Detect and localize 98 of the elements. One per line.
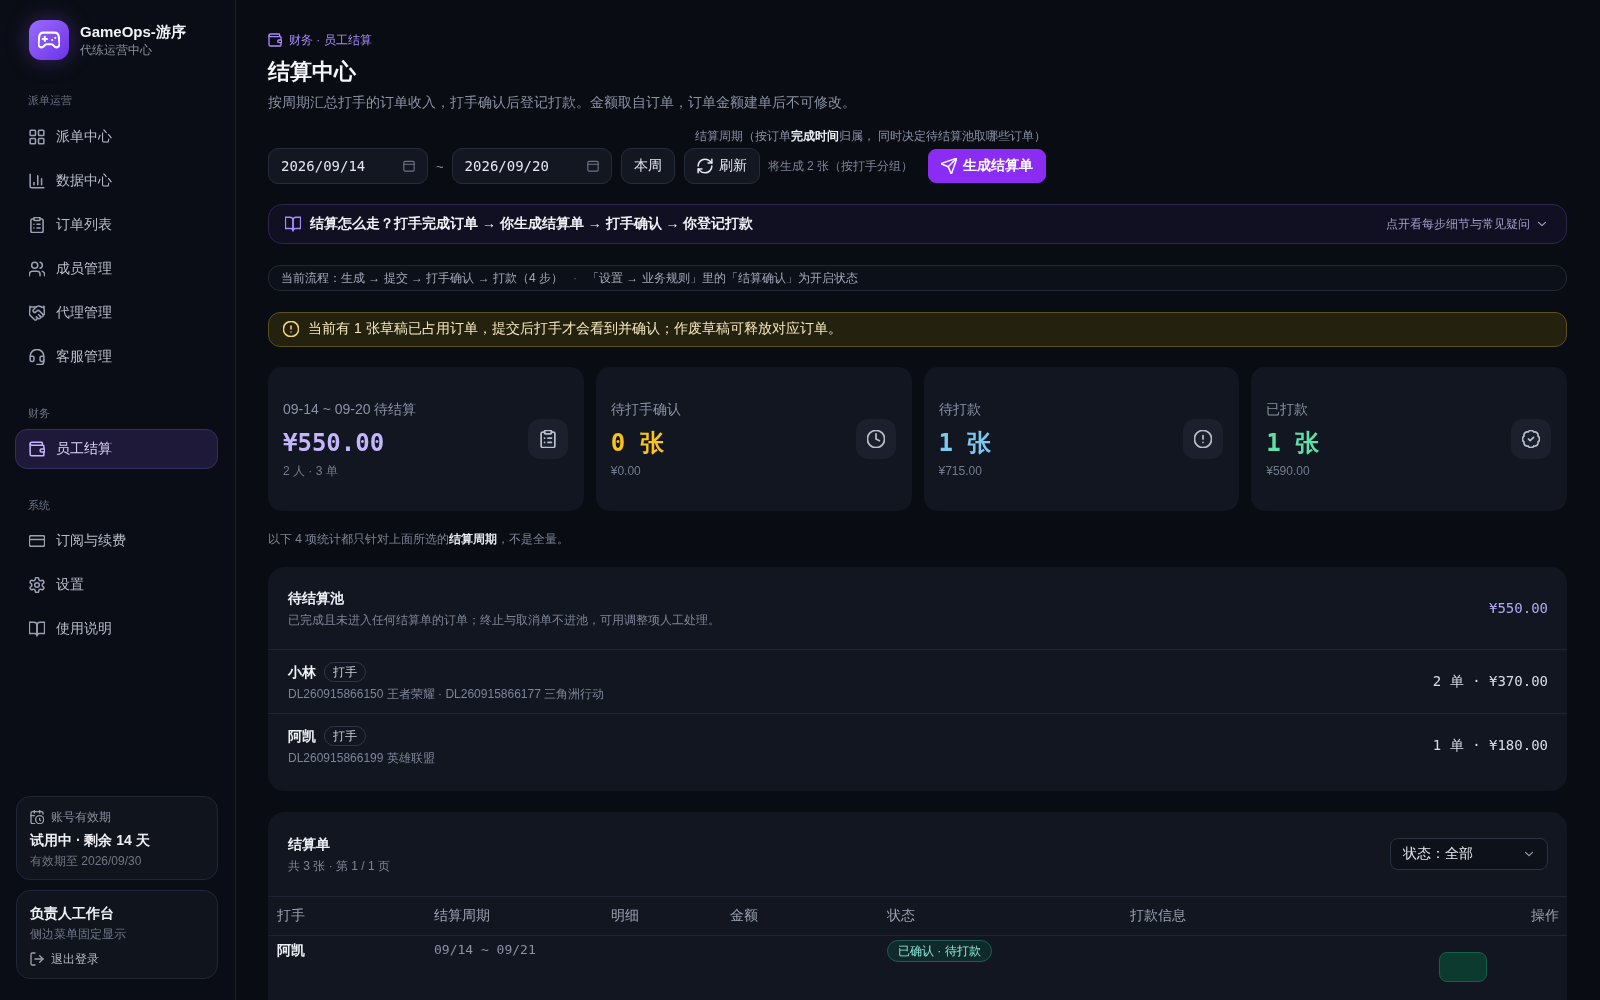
settlements-title: 结算单 <box>288 835 331 854</box>
stat-value: 0 张 <box>610 428 665 459</box>
book-icon <box>285 216 301 233</box>
order-list: DL260915866150 王者荣耀 · DL260915866177 三角洲行动 <box>288 685 605 702</box>
card-label: 账号有效期 <box>51 809 111 825</box>
refresh-icon <box>696 158 713 174</box>
stat-label: 待打款 <box>938 400 982 419</box>
stat-sub: 2 人 · 3 单 <box>283 463 339 479</box>
pool-title: 待结算池 <box>288 589 345 608</box>
brand-title: GameOps-游序 <box>80 22 186 42</box>
nav-item[interactable]: 订阅与续费 <box>15 521 218 561</box>
page-title: 结算中心 <box>268 58 357 86</box>
date-field[interactable]: 2026/09/14 <box>268 148 428 184</box>
this-week-button[interactable]: 本周 <box>620 148 675 184</box>
settlements-count: 共 3 张 · 第 1 / 1 页 <box>288 858 391 874</box>
period-hint: 结算周期（按订单完成时间归属， 同时决定待结算池取哪些订单） <box>693 128 1046 144</box>
action-button[interactable] <box>1439 952 1487 982</box>
nav-item[interactable]: 使用说明 <box>15 609 218 649</box>
guide-text: 结算怎么走？打手完成订单 → 你生成结算单 → 打手确认 → 你登记打款 <box>310 215 754 234</box>
guide-toggle[interactable]: 点开看每步细节与常见疑问 <box>1386 215 1548 233</box>
flow-separator: · <box>573 271 577 286</box>
nav-item[interactable]: 派单中心 <box>15 117 218 157</box>
order-summary: 1 单 · ¥180.00 <box>1432 736 1548 755</box>
headset-icon <box>29 349 45 365</box>
nav-section-label: 财务 <box>27 406 50 421</box>
credit-card-icon <box>29 533 45 549</box>
wallet-icon <box>29 441 45 457</box>
workspace-subtitle: 侧边菜单固定显示 <box>30 926 127 942</box>
nav-item[interactable]: 订单列表 <box>15 205 218 245</box>
refresh-button[interactable]: 刷新 <box>683 148 760 184</box>
nav-section-label: 派单运营 <box>27 93 72 108</box>
clipboard-icon <box>29 217 45 233</box>
logout-link[interactable]: 退出登录 <box>30 951 99 967</box>
settlement-period: 09/14 ~ 09/21 <box>434 941 537 959</box>
column-header: 状态 <box>887 907 916 925</box>
generate-preview: 将生成 2 张（按打手分组） <box>767 157 913 175</box>
player-name: 阿凯 <box>288 726 316 746</box>
player-name: 阿凯 <box>277 941 306 960</box>
stat-sub: ¥0.00 <box>610 463 642 479</box>
brand-subtitle: 代练运营中心 <box>80 42 153 58</box>
trial-status: 试用中 · 剩余 14 天 <box>30 831 151 850</box>
badge-check-icon <box>1511 419 1551 459</box>
settings-icon <box>29 577 45 593</box>
gamepad-icon <box>29 20 69 60</box>
alert-text: 当前有 1 张草稿已占用订单，提交后打手才会看到并确认；作废草稿可释放对应订单。 <box>308 320 842 339</box>
range-separator: ~ <box>436 158 444 174</box>
stat-label: 待打手确认 <box>610 400 681 419</box>
flow-steps: 当前流程：生成 → 提交 → 打手确认 → 打款（4 步） <box>281 269 563 287</box>
stat-value: ¥550.00 <box>283 428 386 459</box>
alert-icon <box>1183 419 1224 459</box>
nav-item[interactable]: 代理管理 <box>15 293 218 333</box>
calendar-clock-icon <box>30 810 44 824</box>
logout-icon <box>30 952 44 966</box>
clipboard-icon <box>527 419 568 459</box>
column-header: 金额 <box>730 907 759 925</box>
calendar-icon <box>403 160 415 172</box>
alert-icon <box>283 321 299 338</box>
date-field[interactable]: 2026/09/20 <box>451 148 612 184</box>
player-name: 小林 <box>288 662 316 682</box>
nav-item[interactable]: 员工结算 <box>15 429 218 469</box>
stat-label: 09-14 ~ 09-20 待结算 <box>283 400 417 419</box>
workspace-title: 负责人工作台 <box>30 904 115 923</box>
generate-button[interactable]: 生成结算单 <box>927 149 1046 183</box>
pool-description: 已完成且未进入任何结算单的订单；终止与取消单不进池，可用调整项人工处理。 <box>288 612 720 628</box>
page-description: 按周期汇总打手的订单收入，打手确认后登记打款。金额取自订单，订单金额建单后不可修改。 <box>268 93 857 112</box>
stat-value: 1 张 <box>938 428 992 459</box>
breadcrumb: 财务 · 员工结算 <box>289 32 372 49</box>
stat-label: 已打款 <box>1266 400 1310 419</box>
stats-note: 以下 4 项统计都只针对上面所选的结算周期，不是全量。 <box>268 531 571 547</box>
column-header: 打手 <box>277 907 306 925</box>
order-list: DL260915866199 英雄联盟 <box>288 749 435 766</box>
bar-chart-icon <box>29 173 45 189</box>
nav-item[interactable]: 设置 <box>15 565 218 605</box>
nav-item[interactable]: 客服管理 <box>15 337 218 377</box>
order-summary: 2 单 · ¥370.00 <box>1432 672 1548 691</box>
status-badge: 已确认 · 待打款 <box>887 940 992 962</box>
expiry-date: 有效期至 2026/09/30 <box>30 853 143 869</box>
status-filter[interactable]: 状态：全部 <box>1390 838 1548 870</box>
send-icon <box>940 158 957 174</box>
column-header: 打款信息 <box>1130 907 1187 925</box>
nav-item[interactable]: 数据中心 <box>15 161 218 201</box>
nav-item[interactable]: 成员管理 <box>15 249 218 289</box>
nav-section-label: 系统 <box>27 498 50 513</box>
pool-total: ¥550.00 <box>1489 600 1548 616</box>
stat-sub: ¥715.00 <box>938 463 983 479</box>
book-icon <box>29 621 45 637</box>
stat-value: 1 张 <box>1266 428 1320 459</box>
column-header: 明细 <box>611 907 640 925</box>
calendar-icon <box>586 160 599 172</box>
stat-sub: ¥590.00 <box>1266 463 1311 479</box>
users-icon <box>29 261 45 277</box>
column-header: 结算周期 <box>434 907 491 925</box>
flow-note: 「设置 → 业务规则」里的「结算确认」为开启状态 <box>587 269 858 287</box>
handshake-icon <box>29 305 45 321</box>
grid-icon <box>29 129 45 145</box>
clock-icon <box>855 419 896 459</box>
column-header: 操作 <box>1530 907 1559 925</box>
wallet-icon <box>268 33 282 47</box>
